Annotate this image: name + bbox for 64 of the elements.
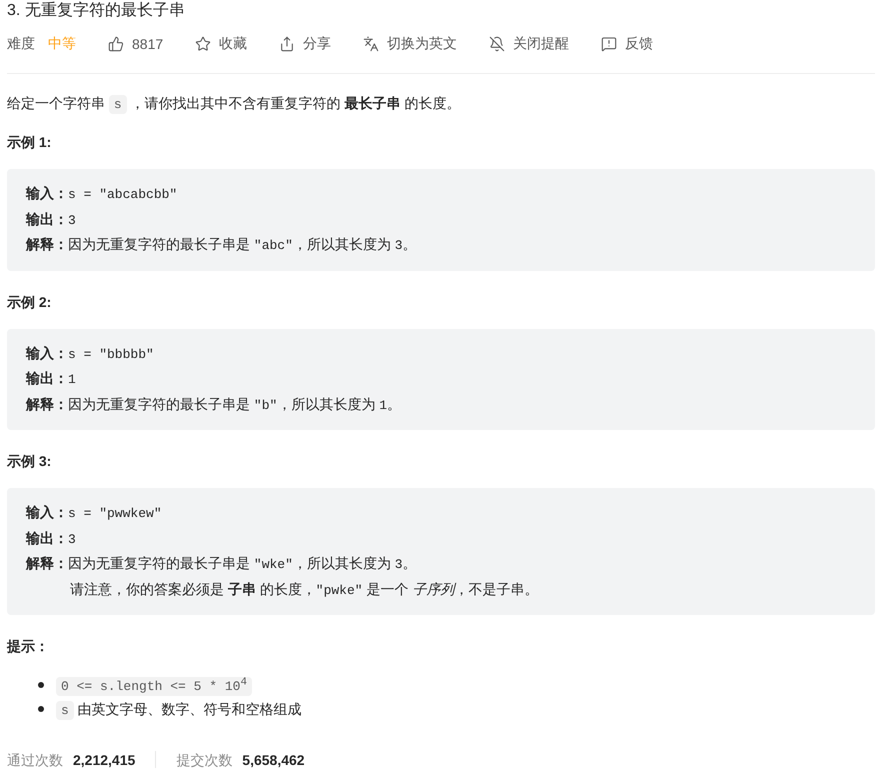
field-label: 输入： <box>26 344 68 360</box>
stat-value: 5,658,462 <box>242 752 305 768</box>
field-label: 输出： <box>26 370 68 386</box>
feedback-icon <box>601 36 618 52</box>
explanation-text: 。 <box>402 236 417 252</box>
example-title: 示例 3: <box>7 452 52 471</box>
difficulty-label: 难度 <box>7 35 35 53</box>
reminder-button[interactable]: 关闭提醒 <box>489 35 570 53</box>
code-text: "pwke" <box>316 582 363 598</box>
explanation-text: ，所以其长度为 <box>277 396 376 412</box>
favorite-button[interactable]: 收藏 <box>195 35 248 53</box>
code-text: 1 <box>68 372 76 387</box>
hint-text: 由英文字母、数字、符号和空格组成 <box>76 701 302 717</box>
share-button[interactable]: 分享 <box>279 35 332 53</box>
problem-title: 3. 无重复字符的最长子串 <box>7 0 186 21</box>
code-text: 1 <box>379 398 387 412</box>
field-label: 解释： <box>26 236 68 252</box>
explanation-text: 因为无重复字符的最长子串是 <box>68 555 251 571</box>
code-text: "wke" <box>254 557 293 572</box>
description-text: 给定一个字符串 <box>7 95 106 111</box>
like-button[interactable]: 8817 <box>108 36 164 52</box>
code-text: 3 <box>68 532 76 546</box>
star-icon <box>195 36 212 52</box>
explanation-text: 请注意，你的答案必须是 子串 的长度， <box>70 580 316 596</box>
field-label: 输入： <box>26 504 68 520</box>
explanation-text: 因为无重复字符的最长子串是 <box>68 396 251 412</box>
explanation-text: 。 <box>387 396 401 412</box>
code-text: "b" <box>254 398 278 412</box>
difficulty-level: 中等 <box>48 35 76 53</box>
translate-icon <box>363 36 380 52</box>
example-title: 示例 1: <box>7 133 52 152</box>
inline-code: s <box>56 701 74 720</box>
code-text: 3 <box>394 557 403 572</box>
code-text: s = "abcabcbb" <box>68 187 178 202</box>
stat-value: 2,212,415 <box>73 752 136 768</box>
example-title: 示例 2: <box>7 292 52 312</box>
code-text: s = "bbbbb" <box>68 346 154 362</box>
field-label: 输出： <box>26 530 68 546</box>
explanation-text: 。 <box>402 555 417 571</box>
code-text: 3 <box>68 212 76 228</box>
stat-label: 通过次数 <box>7 752 63 768</box>
stat-label: 提交次数 <box>176 752 232 768</box>
explanation-text: 因为无重复字符的最长子串是 <box>68 236 251 252</box>
inline-code: 0 <= s.length <= 5 * 10$^{4}$ <box>56 677 252 696</box>
code-text: s = "pwwkew" <box>68 506 162 521</box>
bullet-icon <box>38 682 44 688</box>
description-text: ，请你找出其中不含有重复字符的 最长子串 的长度。 <box>130 95 460 111</box>
field-label: 解释： <box>26 555 68 571</box>
field-label: 输出： <box>26 210 68 226</box>
thumbs-up-icon <box>108 36 124 52</box>
bell-off-icon <box>489 36 506 52</box>
feedback-button[interactable]: 反馈 <box>601 35 654 53</box>
code-text: 3 <box>394 238 403 253</box>
code-text: "abc" <box>254 238 293 253</box>
explanation-text: 是一个 子序列，不是子串。 <box>365 580 538 596</box>
share-icon <box>279 36 296 52</box>
inline-code: s <box>108 95 127 114</box>
field-label: 解释： <box>26 396 68 412</box>
explanation-text: ，所以其长度为 <box>292 236 392 252</box>
field-label: 输入： <box>26 185 68 201</box>
explanation-text: ，所以其长度为 <box>292 555 392 571</box>
hints-title: 提示： <box>7 637 50 656</box>
bullet-icon <box>38 706 44 712</box>
translate-button[interactable]: 切换为英文 <box>363 35 458 53</box>
